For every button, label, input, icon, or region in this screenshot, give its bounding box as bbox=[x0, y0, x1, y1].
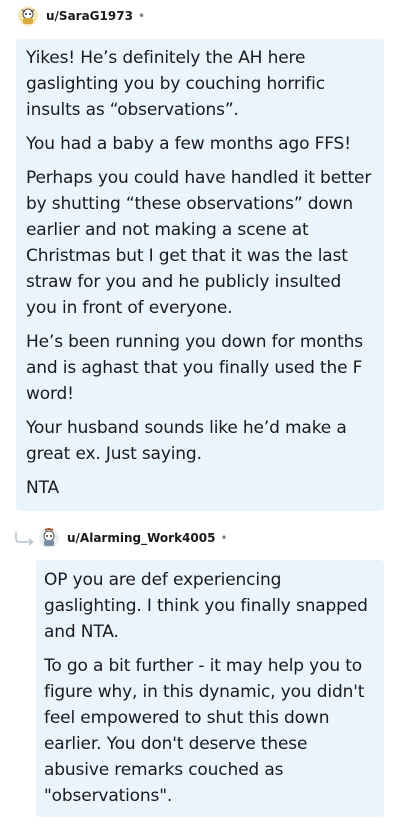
comment-paragraph: NTA bbox=[26, 478, 59, 498]
meta-separator: • bbox=[220, 531, 228, 545]
comment-paragraph: Yikes! He’s definitely the AH here gasli… bbox=[26, 48, 325, 120]
comment-paragraph: He’s been running you down for months an… bbox=[26, 332, 363, 404]
comment-paragraph: You had a baby a few months ago FFS! bbox=[26, 134, 351, 154]
comment-paragraph: To go a bit further - it may help you to… bbox=[44, 656, 365, 806]
comment-username[interactable]: u/SaraG1973 bbox=[46, 9, 133, 23]
snoo-avatar-icon bbox=[39, 528, 59, 548]
snoo-avatar-icon bbox=[18, 6, 38, 26]
comment-body: Yikes! He’s definitely the AH here gasli… bbox=[16, 39, 384, 511]
user-avatar[interactable] bbox=[18, 6, 38, 26]
comment-paragraph: OP you are def experiencing gaslighting.… bbox=[44, 570, 368, 642]
reply-arrow-icon bbox=[15, 532, 34, 546]
reply-username[interactable]: u/Alarming_Work4005 bbox=[67, 531, 215, 545]
reply-body: OP you are def experiencing gaslighting.… bbox=[36, 560, 384, 817]
meta-separator: • bbox=[137, 9, 146, 23]
comment-paragraph: Perhaps you could have handled it better… bbox=[26, 168, 372, 318]
user-avatar[interactable] bbox=[39, 528, 59, 548]
comment-paragraph: Your husband sounds like he’d make a gre… bbox=[26, 418, 347, 464]
comment-header: u/SaraG1973 • bbox=[18, 6, 145, 26]
reply-header: u/Alarming_Work4005 • bbox=[39, 528, 228, 548]
